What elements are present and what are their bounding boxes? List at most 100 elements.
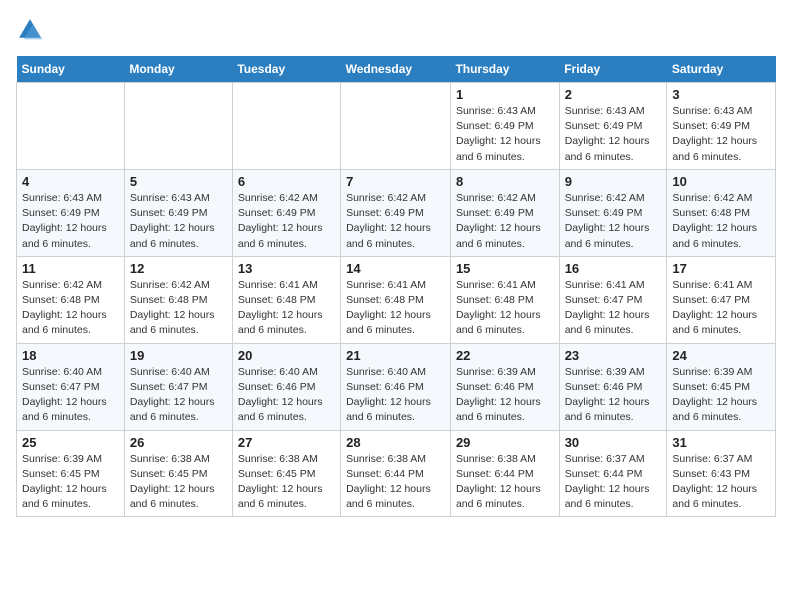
day-info: Sunrise: 6:42 AM Sunset: 6:49 PM Dayligh…	[238, 191, 335, 252]
calendar-cell: 19Sunrise: 6:40 AM Sunset: 6:47 PM Dayli…	[124, 343, 232, 430]
day-info: Sunrise: 6:42 AM Sunset: 6:49 PM Dayligh…	[346, 191, 445, 252]
day-number: 14	[346, 261, 445, 276]
calendar-cell: 22Sunrise: 6:39 AM Sunset: 6:46 PM Dayli…	[450, 343, 559, 430]
day-number: 29	[456, 435, 554, 450]
day-number: 4	[22, 174, 119, 189]
col-header-thursday: Thursday	[450, 56, 559, 83]
calendar-cell: 27Sunrise: 6:38 AM Sunset: 6:45 PM Dayli…	[232, 430, 340, 517]
day-number: 7	[346, 174, 445, 189]
day-number: 3	[672, 87, 770, 102]
day-info: Sunrise: 6:41 AM Sunset: 6:47 PM Dayligh…	[672, 278, 770, 339]
calendar-cell	[232, 83, 340, 170]
calendar-cell: 24Sunrise: 6:39 AM Sunset: 6:45 PM Dayli…	[667, 343, 776, 430]
calendar-cell: 4 Sunrise: 6:43 AM Sunset: 6:49 PM Daylig…	[17, 169, 125, 256]
calendar-cell: 9Sunrise: 6:42 AM Sunset: 6:49 PM Daylig…	[559, 169, 667, 256]
day-info: Sunrise: 6:38 AM Sunset: 6:45 PM Dayligh…	[238, 452, 335, 513]
calendar-cell	[341, 83, 451, 170]
calendar-cell: 3 Sunrise: 6:43 AM Sunset: 6:49 PM Daylig…	[667, 83, 776, 170]
calendar-cell: 29 Sunrise: 6:38 AM Sunset: 6:44 PM Dayli…	[450, 430, 559, 517]
calendar-table: SundayMondayTuesdayWednesdayThursdayFrid…	[16, 56, 776, 517]
day-info: Sunrise: 6:38 AM Sunset: 6:45 PM Dayligh…	[130, 452, 227, 513]
calendar-cell: 5 Sunrise: 6:43 AM Sunset: 6:49 PM Daylig…	[124, 169, 232, 256]
col-header-saturday: Saturday	[667, 56, 776, 83]
calendar-cell: 8 Sunrise: 6:42 AM Sunset: 6:49 PM Daylig…	[450, 169, 559, 256]
day-info: Sunrise: 6:42 AM Sunset: 6:49 PM Dayligh…	[565, 191, 662, 252]
day-info: Sunrise: 6:37 AM Sunset: 6:44 PM Dayligh…	[565, 452, 662, 513]
calendar-cell	[17, 83, 125, 170]
day-number: 5	[130, 174, 227, 189]
day-info: Sunrise: 6:39 AM Sunset: 6:45 PM Dayligh…	[22, 452, 119, 513]
week-row-5: 25 Sunrise: 6:39 AM Sunset: 6:45 PM Dayli…	[17, 430, 776, 517]
calendar-cell: 11Sunrise: 6:42 AM Sunset: 6:48 PM Dayli…	[17, 256, 125, 343]
day-number: 8	[456, 174, 554, 189]
calendar-cell: 18 Sunrise: 6:40 AM Sunset: 6:47 PM Dayli…	[17, 343, 125, 430]
week-row-4: 18 Sunrise: 6:40 AM Sunset: 6:47 PM Dayli…	[17, 343, 776, 430]
week-row-2: 4 Sunrise: 6:43 AM Sunset: 6:49 PM Daylig…	[17, 169, 776, 256]
col-header-monday: Monday	[124, 56, 232, 83]
calendar-cell: 15 Sunrise: 6:41 AM Sunset: 6:48 PM Dayli…	[450, 256, 559, 343]
day-info: Sunrise: 6:43 AM Sunset: 6:49 PM Dayligh…	[565, 104, 662, 165]
col-header-wednesday: Wednesday	[341, 56, 451, 83]
day-info: Sunrise: 6:43 AM Sunset: 6:49 PM Dayligh…	[672, 104, 770, 165]
week-row-3: 11Sunrise: 6:42 AM Sunset: 6:48 PM Dayli…	[17, 256, 776, 343]
day-info: Sunrise: 6:41 AM Sunset: 6:48 PM Dayligh…	[346, 278, 445, 339]
week-row-1: 1 Sunrise: 6:43 AM Sunset: 6:49 PM Daylig…	[17, 83, 776, 170]
day-number: 26	[130, 435, 227, 450]
calendar-cell: 25 Sunrise: 6:39 AM Sunset: 6:45 PM Dayli…	[17, 430, 125, 517]
day-info: Sunrise: 6:42 AM Sunset: 6:48 PM Dayligh…	[130, 278, 227, 339]
col-header-tuesday: Tuesday	[232, 56, 340, 83]
calendar-cell: 1 Sunrise: 6:43 AM Sunset: 6:49 PM Daylig…	[450, 83, 559, 170]
calendar-cell: 21 Sunrise: 6:40 AM Sunset: 6:46 PM Dayli…	[341, 343, 451, 430]
day-info: Sunrise: 6:39 AM Sunset: 6:46 PM Dayligh…	[565, 365, 662, 426]
calendar-cell: 7 Sunrise: 6:42 AM Sunset: 6:49 PM Daylig…	[341, 169, 451, 256]
day-number: 17	[672, 261, 770, 276]
day-number: 1	[456, 87, 554, 102]
calendar-cell: 23 Sunrise: 6:39 AM Sunset: 6:46 PM Dayli…	[559, 343, 667, 430]
day-info: Sunrise: 6:40 AM Sunset: 6:47 PM Dayligh…	[22, 365, 119, 426]
day-number: 2	[565, 87, 662, 102]
day-number: 12	[130, 261, 227, 276]
day-info: Sunrise: 6:43 AM Sunset: 6:49 PM Dayligh…	[130, 191, 227, 252]
logo	[16, 16, 48, 44]
day-info: Sunrise: 6:43 AM Sunset: 6:49 PM Dayligh…	[22, 191, 119, 252]
day-number: 31	[672, 435, 770, 450]
day-info: Sunrise: 6:41 AM Sunset: 6:47 PM Dayligh…	[565, 278, 662, 339]
day-number: 15	[456, 261, 554, 276]
calendar-cell: 17 Sunrise: 6:41 AM Sunset: 6:47 PM Dayli…	[667, 256, 776, 343]
day-info: Sunrise: 6:39 AM Sunset: 6:46 PM Dayligh…	[456, 365, 554, 426]
calendar-cell: 10 Sunrise: 6:42 AM Sunset: 6:48 PM Dayli…	[667, 169, 776, 256]
day-number: 20	[238, 348, 335, 363]
day-number: 23	[565, 348, 662, 363]
day-number: 18	[22, 348, 119, 363]
calendar-cell: 31 Sunrise: 6:37 AM Sunset: 6:43 PM Dayli…	[667, 430, 776, 517]
day-info: Sunrise: 6:42 AM Sunset: 6:49 PM Dayligh…	[456, 191, 554, 252]
day-info: Sunrise: 6:41 AM Sunset: 6:48 PM Dayligh…	[456, 278, 554, 339]
calendar-cell: 20Sunrise: 6:40 AM Sunset: 6:46 PM Dayli…	[232, 343, 340, 430]
day-number: 10	[672, 174, 770, 189]
logo-icon	[16, 16, 44, 44]
calendar-cell: 12 Sunrise: 6:42 AM Sunset: 6:48 PM Dayli…	[124, 256, 232, 343]
day-number: 21	[346, 348, 445, 363]
day-number: 30	[565, 435, 662, 450]
day-number: 6	[238, 174, 335, 189]
calendar-cell	[124, 83, 232, 170]
day-info: Sunrise: 6:38 AM Sunset: 6:44 PM Dayligh…	[346, 452, 445, 513]
header-row: SundayMondayTuesdayWednesdayThursdayFrid…	[17, 56, 776, 83]
calendar-cell: 28 Sunrise: 6:38 AM Sunset: 6:44 PM Dayli…	[341, 430, 451, 517]
day-number: 28	[346, 435, 445, 450]
calendar-cell: 14 Sunrise: 6:41 AM Sunset: 6:48 PM Dayli…	[341, 256, 451, 343]
calendar-cell: 2 Sunrise: 6:43 AM Sunset: 6:49 PM Daylig…	[559, 83, 667, 170]
day-number: 24	[672, 348, 770, 363]
calendar-cell: 30 Sunrise: 6:37 AM Sunset: 6:44 PM Dayli…	[559, 430, 667, 517]
col-header-sunday: Sunday	[17, 56, 125, 83]
day-info: Sunrise: 6:37 AM Sunset: 6:43 PM Dayligh…	[672, 452, 770, 513]
day-number: 13	[238, 261, 335, 276]
calendar-cell: 13 Sunrise: 6:41 AM Sunset: 6:48 PM Dayli…	[232, 256, 340, 343]
day-number: 25	[22, 435, 119, 450]
calendar-cell: 6 Sunrise: 6:42 AM Sunset: 6:49 PM Daylig…	[232, 169, 340, 256]
day-info: Sunrise: 6:41 AM Sunset: 6:48 PM Dayligh…	[238, 278, 335, 339]
day-info: Sunrise: 6:42 AM Sunset: 6:48 PM Dayligh…	[672, 191, 770, 252]
day-info: Sunrise: 6:38 AM Sunset: 6:44 PM Dayligh…	[456, 452, 554, 513]
day-info: Sunrise: 6:43 AM Sunset: 6:49 PM Dayligh…	[456, 104, 554, 165]
day-info: Sunrise: 6:40 AM Sunset: 6:46 PM Dayligh…	[346, 365, 445, 426]
